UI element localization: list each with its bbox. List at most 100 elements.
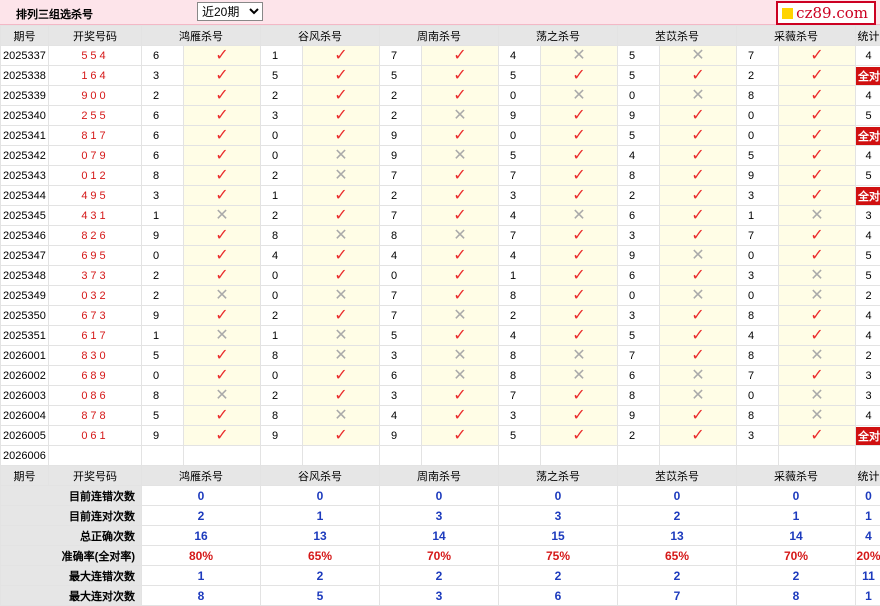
row-stat: 5	[856, 166, 880, 186]
check-icon: ✓	[541, 166, 618, 186]
hdr-col-2: 鸿雁杀号	[142, 26, 261, 46]
kill-number: 3	[737, 186, 779, 206]
current-empty-cell	[660, 446, 737, 466]
table-body: 20253375546✓1✓7✓4✕5✕7✓420253381643✓5✓5✓5…	[1, 46, 880, 606]
row-stat: 4	[856, 326, 880, 346]
kill-number: 2	[618, 426, 660, 446]
summary-value: 1	[737, 506, 856, 526]
table-row: 20260026890✓0✓6✕8✕6✕7✓3	[1, 366, 880, 386]
kill-number: 7	[737, 366, 779, 386]
kill-number: 2	[261, 166, 303, 186]
kill-number: 3	[261, 106, 303, 126]
current-kill-number: 2	[618, 446, 660, 466]
kill-number: 1	[261, 186, 303, 206]
current-empty-cell	[184, 446, 261, 466]
cross-icon: ✕	[660, 246, 737, 266]
cross-icon: ✕	[303, 226, 380, 246]
check-icon: ✓	[184, 246, 261, 266]
kill-number: 2	[142, 86, 184, 106]
kill-number: 0	[261, 126, 303, 146]
kill-number: 8	[618, 166, 660, 186]
kill-number: 2	[261, 86, 303, 106]
summary-value: 2	[618, 566, 737, 586]
kill-number: 0	[737, 106, 779, 126]
kill-number: 4	[499, 46, 541, 66]
kill-number: 2	[261, 306, 303, 326]
summary-row: 最大连对次数8536781	[1, 586, 880, 606]
kill-number: 9	[618, 106, 660, 126]
check-icon: ✓	[660, 106, 737, 126]
current-issue-number: 2026006	[1, 446, 49, 466]
kill-number: 0	[618, 286, 660, 306]
kill-number: 9	[737, 166, 779, 186]
kill-number: 2	[618, 186, 660, 206]
kill-number: 0	[261, 366, 303, 386]
row-stat: 5	[856, 266, 880, 286]
summary-label: 准确率(全对率)	[1, 546, 142, 566]
kill-number: 9	[380, 146, 422, 166]
check-icon: ✓	[422, 46, 499, 66]
summary-hdr-col-4: 周南杀号	[380, 466, 499, 486]
summary-value: 0	[142, 486, 261, 506]
issue-number: 2025338	[1, 66, 49, 86]
check-icon: ✓	[303, 186, 380, 206]
check-icon: ✓	[303, 426, 380, 446]
kill-number: 5	[737, 146, 779, 166]
summary-value: 3	[499, 506, 618, 526]
check-icon: ✓	[541, 126, 618, 146]
kill-number: 5	[499, 146, 541, 166]
kill-number: 5	[618, 46, 660, 66]
kill-number: 3	[737, 426, 779, 446]
kill-number: 7	[380, 46, 422, 66]
table-row: 20260050619✓9✓9✓5✓2✓3✓全对	[1, 426, 880, 446]
check-icon: ✓	[779, 246, 856, 266]
kill-number: 2	[380, 186, 422, 206]
kill-number: 2	[380, 86, 422, 106]
brand-logo[interactable]: cz89.com	[776, 1, 876, 25]
issue-number: 2025349	[1, 286, 49, 306]
check-icon: ✓	[660, 146, 737, 166]
draw-numbers: 061	[49, 426, 142, 446]
issue-number: 2025346	[1, 226, 49, 246]
issue-number: 2025347	[1, 246, 49, 266]
draw-numbers: 878	[49, 406, 142, 426]
check-icon: ✓	[184, 126, 261, 146]
kill-number: 5	[618, 66, 660, 86]
issue-number: 2025341	[1, 126, 49, 146]
kill-number: 3	[380, 386, 422, 406]
hdr-col-0: 期号	[1, 26, 49, 46]
kill-number: 0	[499, 86, 541, 106]
check-icon: ✓	[541, 406, 618, 426]
period-select[interactable]: 近20期	[197, 2, 263, 21]
check-icon: ✓	[779, 106, 856, 126]
check-icon: ✓	[541, 426, 618, 446]
kill-number: 3	[142, 66, 184, 86]
summary-value: 0	[380, 486, 499, 506]
issue-number: 2025344	[1, 186, 49, 206]
row-stat: 全对	[856, 426, 880, 446]
kill-number: 5	[618, 326, 660, 346]
cross-icon: ✕	[303, 286, 380, 306]
cross-icon: ✕	[303, 346, 380, 366]
summary-value: 2	[499, 566, 618, 586]
hdr-col-4: 周南杀号	[380, 26, 499, 46]
draw-numbers: 079	[49, 146, 142, 166]
kill-number: 0	[261, 286, 303, 306]
cross-icon: ✕	[779, 266, 856, 286]
check-icon: ✓	[184, 426, 261, 446]
row-stat: 4	[856, 406, 880, 426]
kill-number: 0	[737, 286, 779, 306]
kill-number: 0	[737, 246, 779, 266]
check-icon: ✓	[660, 166, 737, 186]
check-icon: ✓	[422, 186, 499, 206]
hdr-col-6: 苤苡杀号	[618, 26, 737, 46]
kill-number: 7	[499, 166, 541, 186]
kill-number: 6	[618, 206, 660, 226]
kill-number: 9	[142, 306, 184, 326]
check-icon: ✓	[184, 46, 261, 66]
summary-value: 20%	[856, 546, 880, 566]
all-correct-badge: 全对	[856, 67, 880, 85]
kill-number: 0	[380, 266, 422, 286]
summary-hdr-col-8: 统计	[856, 466, 880, 486]
kill-number: 5	[618, 126, 660, 146]
